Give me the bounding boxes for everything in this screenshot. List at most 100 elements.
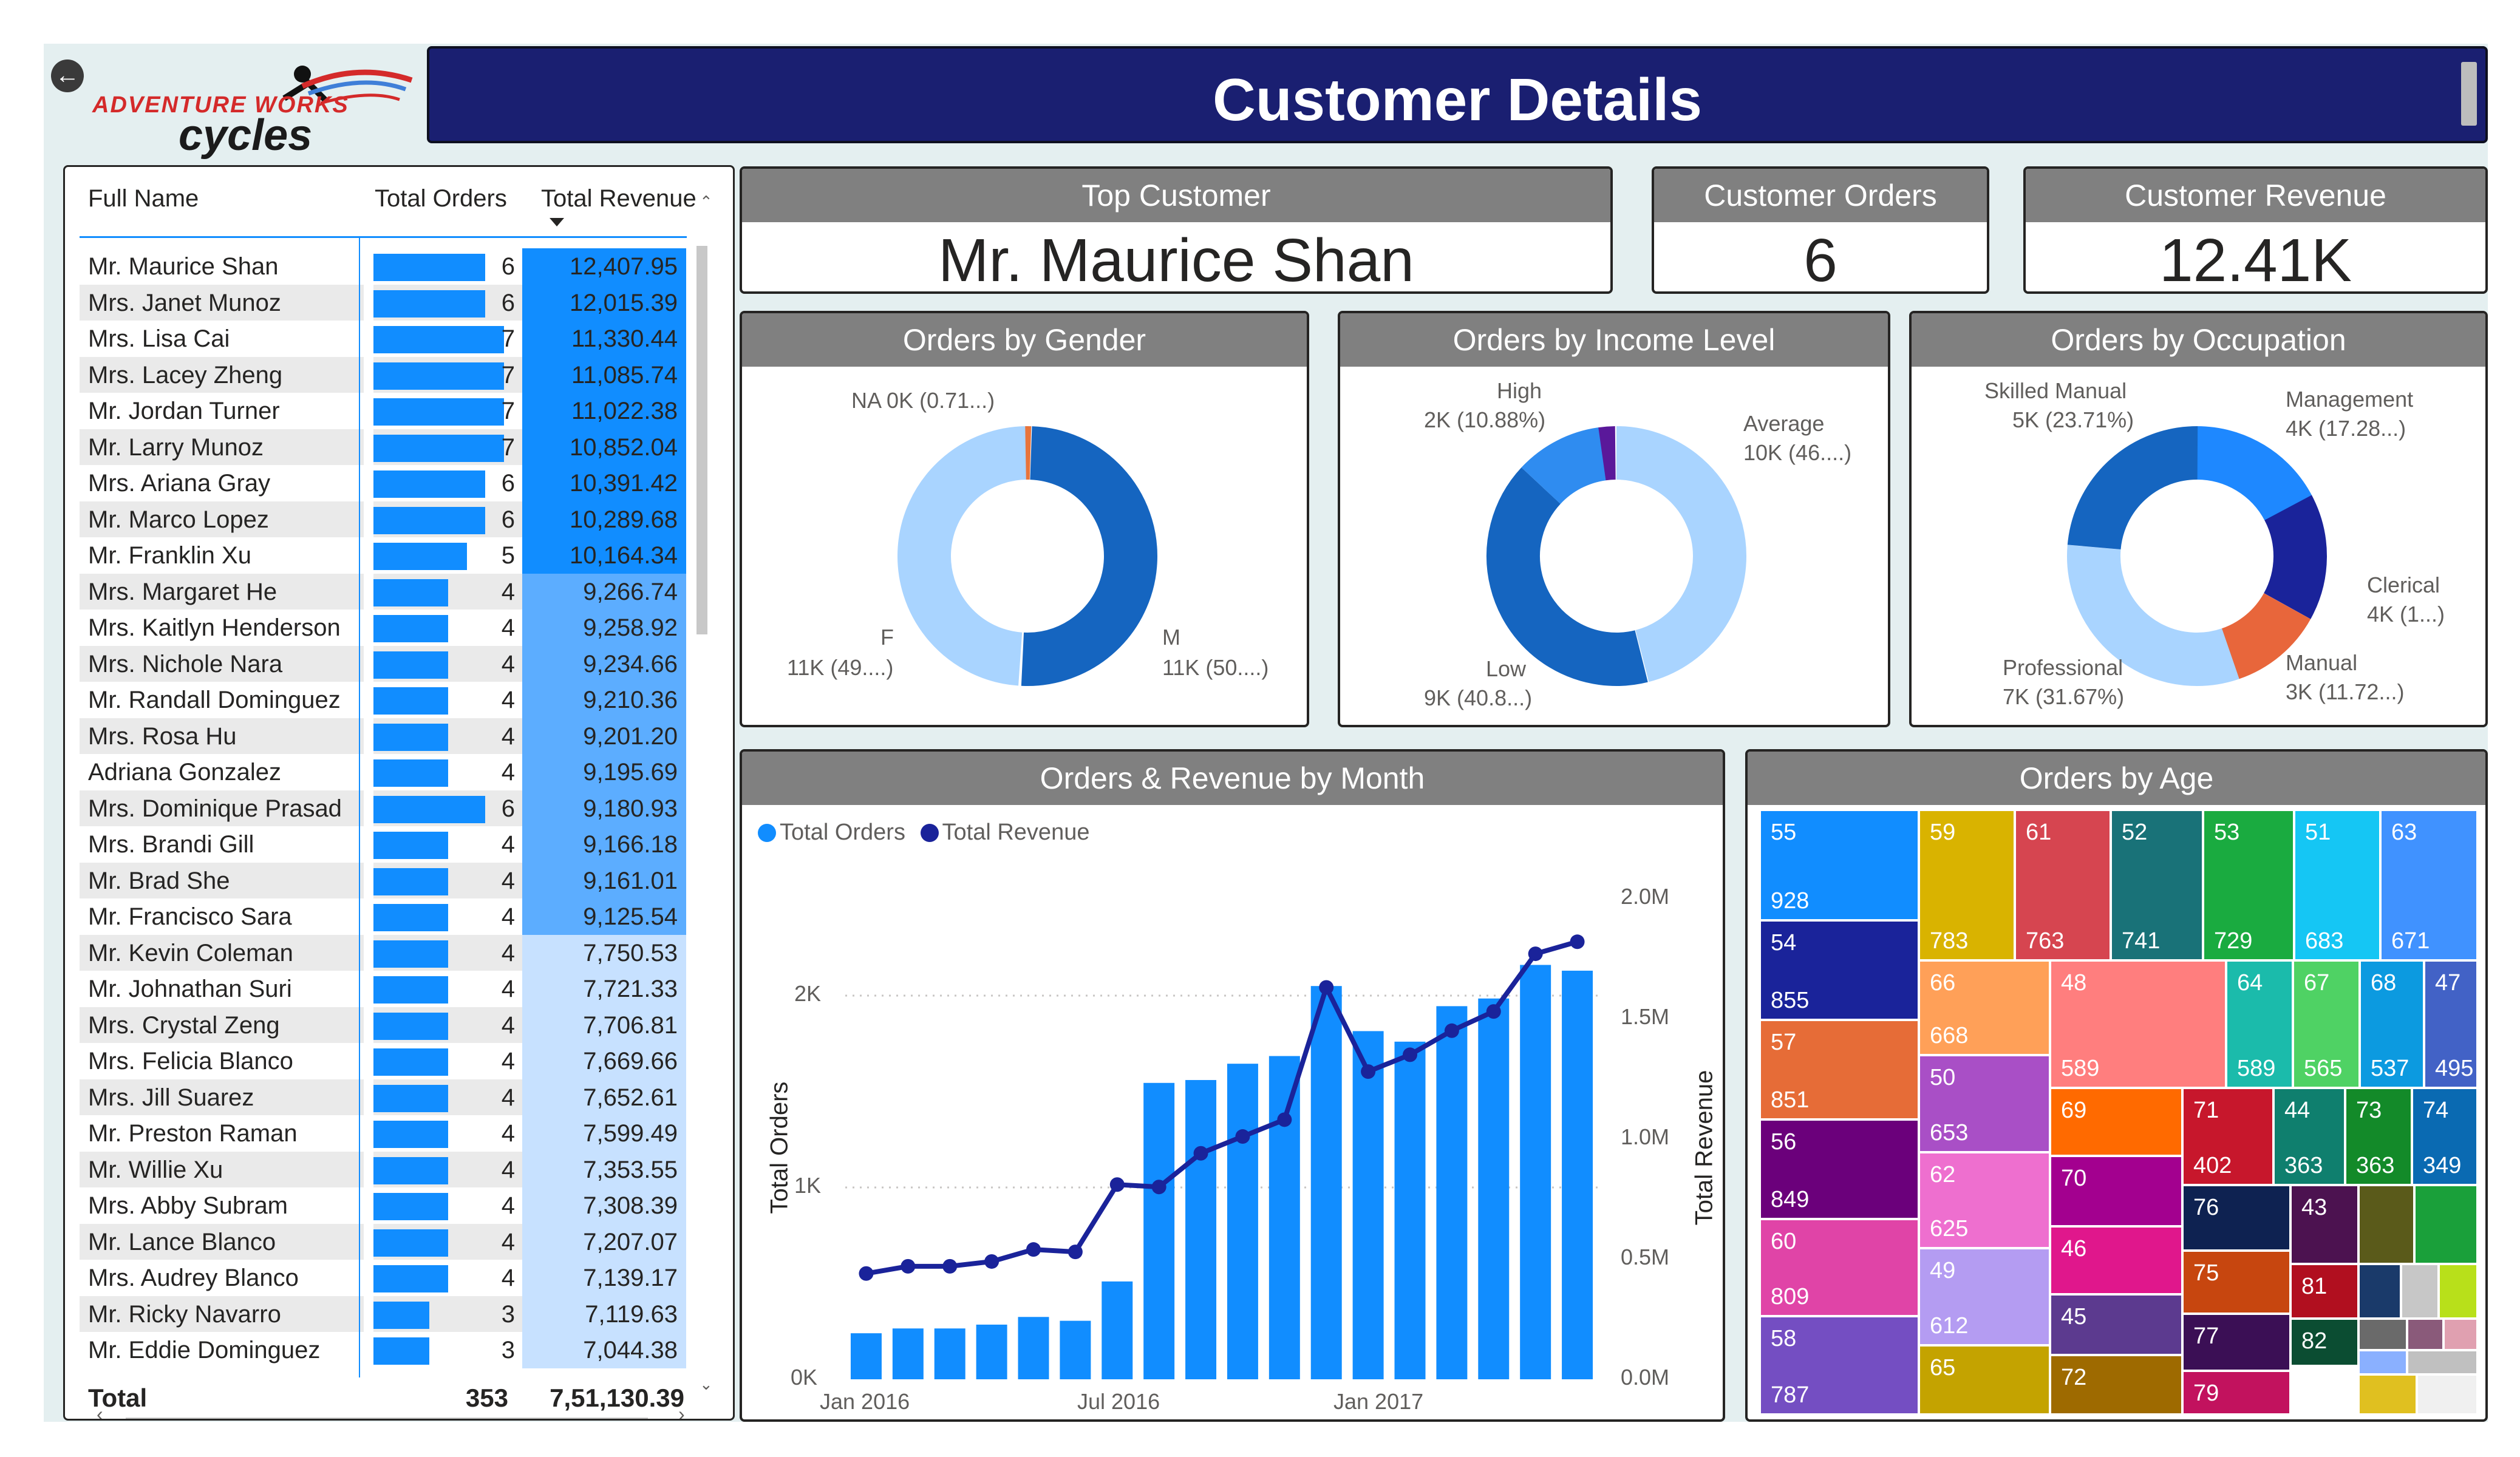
table-row[interactable]: Mrs. Rosa Hu 4 9,201.20	[80, 718, 687, 755]
table-row[interactable]: Mrs. Nichole Nara 4 9,234.66	[80, 645, 687, 682]
treemap-tile-age-50[interactable]: 50 653	[1919, 1055, 2050, 1152]
orders-bar[interactable]	[1143, 1082, 1175, 1379]
treemap-tile-age-47[interactable]: 47 495	[2424, 960, 2477, 1088]
table-row[interactable]: Mrs. Crystal Zeng 4 7,706.81	[80, 1007, 687, 1044]
treemap-tile-age-43[interactable]: 43	[2290, 1185, 2358, 1264]
table-row[interactable]: Mrs. Brandi Gill 4 9,166.18	[80, 826, 687, 863]
treemap-tile-age-71[interactable]: 71 402	[2182, 1088, 2273, 1185]
treemap-tile-age-76[interactable]: 76	[2182, 1185, 2290, 1251]
table-row[interactable]: Mr. Larry Munoz 7 10,852.04	[80, 429, 687, 466]
treemap-tile-age-45[interactable]: 45	[2050, 1294, 2182, 1355]
treemap-tile-small[interactable]	[2401, 1264, 2439, 1319]
column-header-total-orders[interactable]: Total Orders	[375, 185, 507, 212]
treemap-tile-age-66[interactable]: 66 668	[1919, 960, 2050, 1055]
table-row[interactable]: Mr. Brad She 4 9,161.01	[80, 862, 687, 899]
orders-bar[interactable]	[850, 1333, 882, 1379]
orders-bar[interactable]	[976, 1324, 1007, 1379]
table-row[interactable]: Mrs. Lisa Cai 7 11,330.44	[80, 321, 687, 357]
treemap-tile-age-72[interactable]: 72	[2050, 1355, 2182, 1415]
revenue-point[interactable]	[901, 1258, 916, 1274]
treemap-tile-age-57[interactable]: 57 851	[1760, 1020, 1919, 1119]
treemap-tile-small[interactable]	[2414, 1185, 2477, 1264]
treemap-tile-age-62[interactable]: 62 625	[1919, 1152, 2050, 1248]
treemap-tile-small[interactable]	[2358, 1319, 2407, 1350]
treemap-tile-age-74[interactable]: 74 349	[2412, 1088, 2477, 1185]
revenue-point[interactable]	[1528, 946, 1543, 962]
treemap-tile-age-64[interactable]: 64 589	[2226, 960, 2293, 1088]
table-row[interactable]: Mrs. Lacey Zheng 7 11,085.74	[80, 356, 687, 393]
scroll-down-icon[interactable]: ⌄	[700, 1375, 713, 1394]
table-row[interactable]: Mrs. Jill Suarez 4 7,652.61	[80, 1079, 687, 1116]
table-row[interactable]: Mr. Lance Blanco 4 7,207.07	[80, 1223, 687, 1260]
revenue-point[interactable]	[1277, 1112, 1292, 1127]
revenue-point[interactable]	[1193, 1146, 1208, 1161]
table-row[interactable]: Mr. Francisco Sara 4 9,125.54	[80, 898, 687, 935]
treemap-tile-small[interactable]	[2407, 1319, 2443, 1350]
gender-donut-chart[interactable]	[876, 404, 1179, 708]
table-row[interactable]: Mr. Johnathan Suri 4 7,721.33	[80, 971, 687, 1007]
revenue-point[interactable]	[942, 1258, 958, 1274]
treemap-tile-small[interactable]	[2407, 1350, 2477, 1374]
age-treemap[interactable]: 55 928 54 855 57 851 56 849 60 809 58 787 59 783 61 763…	[1760, 810, 2477, 1415]
treemap-tile-age-82[interactable]: 82	[2290, 1319, 2358, 1366]
treemap-tile-small[interactable]	[2439, 1264, 2477, 1319]
treemap-tile-age-63[interactable]: 63 671	[2380, 810, 2477, 960]
treemap-tile-age-67[interactable]: 67 565	[2293, 960, 2360, 1088]
revenue-point[interactable]	[1361, 1064, 1376, 1079]
revenue-line[interactable]	[865, 939, 1578, 1276]
table-row[interactable]: Mr. Ricky Navarro 3 7,119.63	[80, 1296, 687, 1333]
treemap-tile-age-48[interactable]: 48 589	[2050, 960, 2226, 1088]
table-row[interactable]: Mr. Kevin Coleman 4 7,750.53	[80, 934, 687, 971]
table-row[interactable]: Mr. Franklin Xu 5 10,164.34	[80, 537, 687, 574]
treemap-tile-age-81[interactable]: 81	[2290, 1264, 2358, 1319]
orders-bar[interactable]	[1436, 1006, 1468, 1379]
revenue-point[interactable]	[1444, 1023, 1459, 1038]
orders-bar[interactable]	[1394, 1041, 1426, 1379]
revenue-point[interactable]	[1109, 1177, 1125, 1192]
treemap-tile-small[interactable]	[2358, 1374, 2417, 1415]
table-row[interactable]: Adriana Gonzalez 4 9,195.69	[80, 754, 687, 790]
orders-bar[interactable]	[1102, 1281, 1133, 1379]
orders-bar[interactable]	[1310, 986, 1342, 1379]
treemap-tile-age-75[interactable]: 75	[2182, 1251, 2290, 1314]
treemap-tile-age-59[interactable]: 59 783	[1919, 810, 2015, 960]
treemap-tile-age-46[interactable]: 46	[2050, 1226, 2182, 1294]
revenue-point[interactable]	[1403, 1047, 1417, 1062]
revenue-point[interactable]	[1486, 1004, 1501, 1019]
orders-bar[interactable]	[892, 1328, 924, 1379]
treemap-tile-age-70[interactable]: 70	[2050, 1156, 2182, 1226]
revenue-point[interactable]	[1151, 1180, 1166, 1195]
revenue-point[interactable]	[1026, 1242, 1041, 1257]
column-header-total-revenue[interactable]: Total Revenue	[541, 185, 696, 212]
treemap-tile-age-55[interactable]: 55 928	[1760, 810, 1919, 920]
vertical-scrollbar-thumb[interactable]	[696, 246, 707, 634]
revenue-point[interactable]	[859, 1266, 874, 1281]
treemap-tile-small[interactable]	[2417, 1374, 2477, 1415]
orders-bar[interactable]	[1018, 1317, 1049, 1379]
table-row[interactable]: Mrs. Ariana Gray 6 10,391.42	[80, 465, 687, 501]
treemap-tile-age-79[interactable]: 79	[2182, 1371, 2290, 1415]
orders-bar[interactable]	[1060, 1320, 1091, 1379]
orders-bar[interactable]	[1352, 1031, 1384, 1379]
treemap-tile-age-60[interactable]: 60 809	[1760, 1219, 1919, 1316]
orders-bar[interactable]	[1269, 1056, 1300, 1379]
treemap-tile-small[interactable]	[2443, 1319, 2477, 1350]
table-row[interactable]: Mr. Preston Raman 4 7,599.49	[80, 1115, 687, 1152]
table-row[interactable]: Mrs. Abby Subram 4 7,308.39	[80, 1187, 687, 1224]
orders-bar[interactable]	[934, 1328, 965, 1379]
treemap-tile-age-61[interactable]: 61 763	[2015, 810, 2111, 960]
treemap-tile-age-77[interactable]: 77	[2182, 1314, 2290, 1371]
treemap-tile-age-53[interactable]: 53 729	[2203, 810, 2294, 960]
revenue-point[interactable]	[984, 1254, 999, 1269]
title-scrollbar[interactable]	[2461, 62, 2477, 126]
table-row[interactable]: Mrs. Dominique Prasad 6 9,180.93	[80, 790, 687, 827]
horizontal-scrollbar-thumb[interactable]	[126, 1418, 648, 1419]
back-arrow-icon[interactable]: ←	[51, 59, 84, 92]
scroll-up-icon[interactable]: ⌃	[700, 192, 713, 211]
table-row[interactable]: Mr. Willie Xu 4 7,353.55	[80, 1151, 687, 1188]
treemap-tile-small[interactable]	[2358, 1264, 2401, 1319]
table-row[interactable]: Mrs. Audrey Blanco 4 7,139.17	[80, 1260, 687, 1296]
treemap-tile-age-65[interactable]: 65	[1919, 1345, 2050, 1415]
revenue-point[interactable]	[1235, 1129, 1250, 1144]
sort-desc-icon[interactable]	[550, 218, 564, 226]
